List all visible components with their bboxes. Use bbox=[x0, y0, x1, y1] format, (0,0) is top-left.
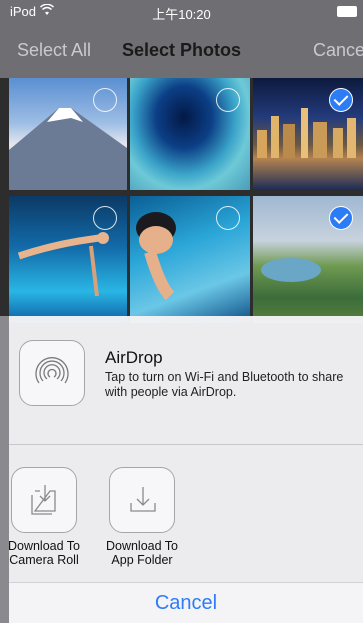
photo-green-hills[interactable] bbox=[253, 196, 363, 323]
download-camera-roll-button[interactable]: Download To Camera Roll bbox=[0, 467, 88, 567]
nav-bar: Select All Select Photos Cancel bbox=[0, 22, 363, 78]
download-icon[interactable] bbox=[109, 467, 175, 533]
nav-cancel-button[interactable]: Cancel bbox=[313, 40, 363, 61]
checkmark-icon[interactable] bbox=[329, 206, 353, 230]
select-circle-icon[interactable] bbox=[93, 88, 117, 112]
action-label-line2: App Folder bbox=[111, 553, 173, 567]
photo-pool-dive[interactable] bbox=[9, 196, 127, 323]
download-app-folder-button[interactable]: Download To App Folder bbox=[98, 467, 186, 567]
download-camera-roll-icon[interactable] bbox=[11, 467, 77, 533]
photo-swimmer[interactable] bbox=[130, 196, 250, 323]
page-title: Select Photos bbox=[121, 40, 242, 60]
airdrop-section[interactable]: AirDrop Tap to turn on Wi-Fi and Bluetoo… bbox=[9, 316, 363, 445]
airdrop-description: Tap to turn on Wi-Fi and Bluetooth to sh… bbox=[105, 370, 344, 399]
cancel-button[interactable]: Cancel bbox=[9, 582, 363, 623]
share-actions: Download To Camera Roll Download To App … bbox=[8, 444, 363, 582]
status-bar: iPod 上午10:20 bbox=[0, 0, 363, 22]
screen: iPod 上午10:20 Select All Select Photos Ca… bbox=[0, 0, 363, 623]
photo-grid bbox=[0, 78, 363, 323]
action-label-line1: Download To bbox=[7, 539, 81, 553]
cancel-label: Cancel bbox=[154, 592, 218, 614]
select-circle-icon[interactable] bbox=[93, 206, 117, 230]
checkmark-icon[interactable] bbox=[329, 88, 353, 112]
select-circle-icon[interactable] bbox=[216, 88, 240, 112]
battery-icon bbox=[337, 6, 357, 17]
status-time: 上午10:20 bbox=[152, 7, 211, 22]
action-label-line2: Camera Roll bbox=[9, 553, 79, 567]
action-label-line1: Download To bbox=[105, 539, 179, 553]
share-sheet: AirDrop Tap to turn on Wi-Fi and Bluetoo… bbox=[8, 316, 363, 582]
photo-city-skyline[interactable] bbox=[253, 78, 363, 190]
airdrop-icon[interactable] bbox=[19, 340, 85, 406]
airdrop-title: AirDrop bbox=[105, 348, 163, 367]
photo-blue-hole[interactable] bbox=[130, 78, 250, 190]
select-circle-icon[interactable] bbox=[216, 206, 240, 230]
photo-mount-fuji[interactable] bbox=[9, 78, 127, 190]
